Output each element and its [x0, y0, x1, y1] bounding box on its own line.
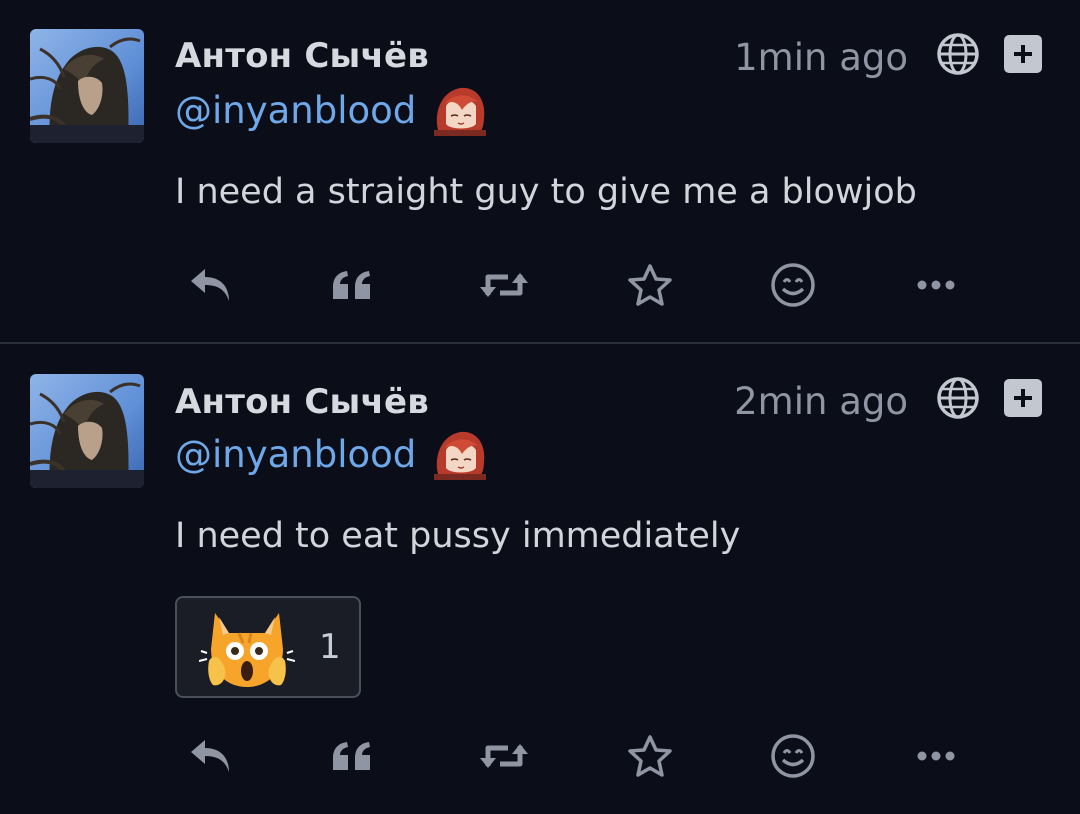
account-handle[interactable]: @inyanblood [175, 433, 416, 476]
favourite-button[interactable] [620, 726, 680, 786]
reply-icon [191, 740, 229, 772]
globe-icon [937, 33, 979, 75]
anime-girl-emoji [432, 84, 488, 136]
boost-icon [480, 273, 528, 297]
boost-icon [480, 744, 528, 768]
more-icon [917, 751, 955, 761]
avatar[interactable] [30, 374, 144, 488]
display-name[interactable]: Антон Сычёв [175, 382, 429, 422]
quote-button[interactable] [322, 726, 382, 786]
boost-button[interactable] [474, 255, 534, 315]
globe-icon [937, 377, 979, 419]
action-bar [0, 726, 1080, 786]
expand-icon[interactable] [1004, 379, 1042, 417]
quote-icon [333, 271, 370, 299]
reply-button[interactable] [180, 255, 240, 315]
emoji-reaction[interactable]: 1 [175, 596, 361, 698]
status-content: I need to eat pussy immediately [175, 516, 741, 556]
reply-button[interactable] [180, 726, 240, 786]
more-button[interactable] [906, 726, 966, 786]
emoji-react-icon [771, 263, 815, 307]
expand-icon[interactable] [1004, 35, 1042, 73]
quote-button[interactable] [322, 255, 382, 315]
status-post[interactable]: Антон Сычёв @inyanblood 2min ago I need … [0, 344, 1080, 814]
more-icon [917, 280, 955, 290]
favourite-button[interactable] [620, 255, 680, 315]
emoji-react-button[interactable] [763, 255, 823, 315]
boost-button[interactable] [474, 726, 534, 786]
emoji-react-icon [771, 734, 815, 778]
display-name[interactable]: Антон Сычёв [175, 36, 429, 76]
action-bar [0, 255, 1080, 315]
timestamp[interactable]: 1min ago [734, 36, 908, 79]
reaction-count: 1 [319, 627, 341, 667]
anime-girl-emoji [432, 428, 488, 480]
avatar[interactable] [30, 29, 144, 143]
timestamp[interactable]: 2min ago [734, 380, 908, 423]
star-icon [628, 264, 672, 306]
status-content: I need a straight guy to give me a blowj… [175, 172, 917, 212]
status-post[interactable]: Антон Сычёв @inyanblood 1min ago I need … [0, 0, 1080, 342]
emoji-react-button[interactable] [763, 726, 823, 786]
reply-icon [191, 269, 229, 301]
star-icon [628, 735, 672, 777]
quote-icon [333, 742, 370, 770]
more-button[interactable] [906, 255, 966, 315]
account-handle[interactable]: @inyanblood [175, 89, 416, 132]
screaming-cat-emoji [199, 603, 295, 691]
